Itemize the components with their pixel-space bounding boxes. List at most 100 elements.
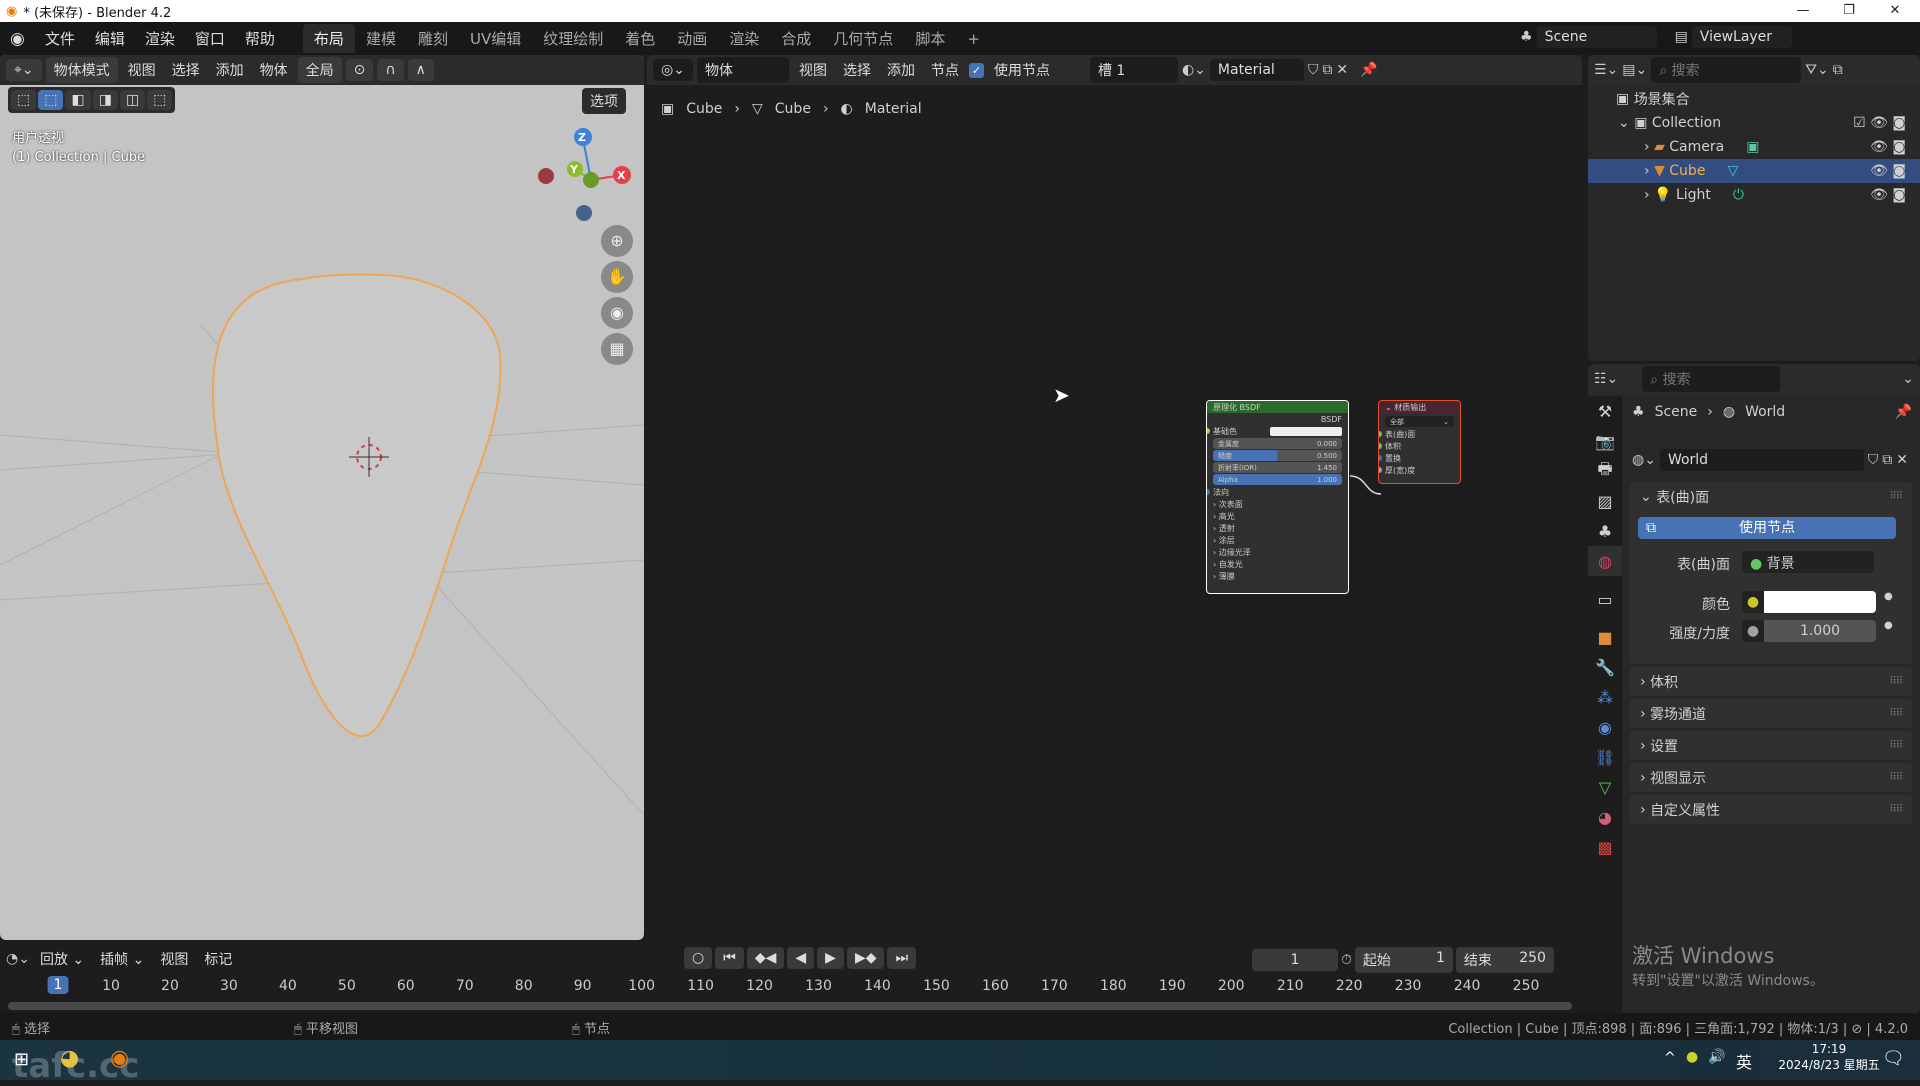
duplicate-world-icon[interactable]: ⧉ (1882, 452, 1892, 468)
new-collection-icon[interactable]: ⧉ (1833, 62, 1843, 78)
chrome-app-icon[interactable]: ◕ (60, 1046, 79, 1071)
data-tab-icon[interactable]: ▽ (1588, 772, 1622, 802)
node-header[interactable]: ⌄ 材质输出 (1379, 401, 1460, 413)
render-camera-icon[interactable]: ◙ (1892, 187, 1906, 203)
keyframe-dot-icon[interactable]: ● (1884, 620, 1893, 631)
use-nodes-button[interactable]: ⧉ 使用节点 (1638, 517, 1896, 539)
material-tab-icon[interactable]: ◕ (1588, 802, 1622, 832)
add-workspace-button[interactable]: + (956, 26, 991, 52)
color-socket-icon[interactable]: ● (1742, 591, 1764, 613)
render-tab-icon[interactable]: 📷 (1588, 426, 1622, 456)
menu-render[interactable]: 渲染 (135, 28, 185, 49)
mesh-data-icon[interactable]: ▽ (1727, 163, 1738, 179)
scene-collection-row[interactable]: ▣ 场景集合 (1588, 87, 1920, 111)
view-layer-icon[interactable]: ▤ (1675, 29, 1688, 45)
chevron-right-icon[interactable]: › (1644, 187, 1654, 203)
panel-volume[interactable]: › 体积 ⠿⠿ (1630, 667, 1912, 696)
constraints-tab-icon[interactable]: ⛓ (1588, 742, 1622, 772)
camera-data-icon[interactable]: ▣ (1746, 139, 1759, 155)
minimize-button[interactable]: — (1780, 0, 1826, 22)
collection-tab-icon[interactable]: ▭ (1588, 584, 1622, 614)
keyframe-dot-icon[interactable]: ● (1884, 591, 1893, 602)
node-menu-add[interactable]: 添加 (881, 60, 921, 80)
light-data-icon[interactable]: ⏻ (1733, 187, 1744, 203)
node-header[interactable]: 原理化 BSDF (1207, 401, 1348, 413)
render-camera-icon[interactable]: ◙ (1892, 139, 1906, 155)
auto-keying-icon[interactable]: ○ (684, 947, 713, 969)
keying-menu[interactable]: 插帧 ⌄ (94, 949, 150, 969)
principled-bsdf-node[interactable]: 原理化 BSDF BSDF 基础色 金属度 0.000 糙度 0.500 折射率(I… (1206, 400, 1349, 594)
roughness-field[interactable]: 糙度 0.500 (1213, 450, 1342, 461)
node-menu-view[interactable]: 视图 (793, 60, 833, 80)
menu-window[interactable]: 窗口 (185, 28, 235, 49)
section-subsurface[interactable]: › 次表面 (1207, 498, 1348, 510)
pin-icon[interactable]: 📌 (1360, 62, 1377, 78)
next-keyframe-icon[interactable]: ▶◆ (846, 947, 885, 969)
strength-field[interactable]: 1.000 (1764, 620, 1876, 642)
visibility-eye-icon[interactable]: 👁 (1870, 163, 1888, 179)
display-mode-icon[interactable]: ▤⌄ (1622, 62, 1647, 78)
fake-user-shield-icon[interactable]: ⛉ (1868, 452, 1879, 468)
base-color-row[interactable]: 基础色 (1207, 425, 1348, 437)
shader-node-editor[interactable]: ◎⌄ 物体 视图 选择 添加 节点 ✓ 使用节点 槽 1 ◐⌄ Material… (647, 55, 1582, 940)
ortho-grid-icon[interactable]: ▦ (601, 333, 633, 365)
modifier-tab-icon[interactable]: 🔧 (1588, 652, 1622, 682)
view-layer-tab-icon[interactable]: ▨ (1588, 486, 1622, 516)
material-output-node[interactable]: ⌄ 材质输出 全部 ⌄ 表(曲)面 体积 置换 厚(宽)度 (1378, 400, 1461, 484)
tray-expand-icon[interactable]: ^ (1664, 1050, 1676, 1066)
chevron-right-icon[interactable]: › (1644, 139, 1654, 155)
outliner-item-light[interactable]: › 💡 Light ⏻ 👁 ◙ (1588, 183, 1920, 207)
strength-socket-icon[interactable]: ● (1742, 620, 1764, 642)
exclude-checkbox[interactable]: ☑ (1853, 115, 1866, 131)
physics-tab-icon[interactable]: ◉ (1588, 712, 1622, 742)
chevron-down-icon[interactable]: ⌄ (1902, 371, 1914, 387)
material-sphere-icon[interactable]: ◐⌄ (1182, 62, 1206, 78)
prev-keyframe-icon[interactable]: ◆◀ (746, 947, 785, 969)
maximize-button[interactable]: ❐ (1826, 0, 1872, 22)
visibility-eye-icon[interactable]: 👁 (1870, 187, 1888, 203)
chevron-right-icon[interactable]: › (1644, 163, 1654, 179)
workspace-tab-animation[interactable]: 动画 (666, 24, 718, 53)
workspace-tab-rendering[interactable]: 渲染 (718, 24, 770, 53)
unlink-world-icon[interactable]: ✕ (1896, 452, 1908, 468)
timeline[interactable]: ◔⌄ 回放 ⌄ 插帧 ⌄ 视图 标记 ○ ⏮ ◆◀ ◀ ▶ ▶◆ ⏭ 1 ⏱ 起… (0, 943, 1582, 1013)
editor-type-icon[interactable]: ☷⌄ (1594, 371, 1618, 387)
section-specular[interactable]: › 高光 (1207, 510, 1348, 522)
metallic-field[interactable]: 金属度 0.000 (1213, 438, 1342, 449)
duplicate-material-icon[interactable]: ⧉ (1322, 62, 1332, 78)
visibility-eye-icon[interactable]: 👁 (1870, 115, 1888, 131)
ior-field[interactable]: 折射率(IOR) 1.450 (1213, 462, 1342, 473)
base-color-swatch[interactable] (1270, 426, 1342, 436)
workspace-tab-compositing[interactable]: 合成 (770, 24, 822, 53)
pin-icon[interactable]: 📌 (1895, 404, 1912, 420)
panel-mist-pass[interactable]: › 雾场通道 ⠿⠿ (1630, 699, 1912, 728)
volume-icon[interactable]: 🔊 (1708, 1049, 1725, 1065)
target-dropdown[interactable]: 全部 ⌄ (1385, 416, 1454, 427)
view-layer-selector[interactable]: ViewLayer (1691, 26, 1792, 48)
object-tab-icon[interactable]: ■ (1588, 622, 1622, 652)
visibility-eye-icon[interactable]: 👁 (1870, 139, 1888, 155)
workspace-tab-geometry-nodes[interactable]: 几何节点 (822, 24, 904, 53)
section-thin-film[interactable]: › 薄膜 (1207, 570, 1348, 582)
menu-help[interactable]: 帮助 (235, 28, 285, 49)
section-transmission[interactable]: › 透射 (1207, 522, 1348, 534)
blender-app-icon[interactable]: ◉ (110, 1046, 129, 1071)
scene-tab-icon[interactable]: ♣ (1588, 516, 1622, 546)
outliner-item-camera[interactable]: › ▰ Camera ▣ 👁 ◙ (1588, 135, 1920, 159)
section-emission[interactable]: › 自发光 (1207, 558, 1348, 570)
end-frame-field[interactable]: 结束 250 (1455, 947, 1554, 973)
workspace-tab-layout[interactable]: 布局 (302, 24, 355, 53)
current-frame-marker[interactable]: 1 (47, 976, 69, 994)
start-frame-field[interactable]: 起始 1 (1354, 947, 1453, 973)
tray-app-icon[interactable]: ● (1686, 1049, 1698, 1065)
editor-type-icon[interactable]: ◔⌄ (6, 951, 30, 967)
render-camera-icon[interactable]: ◙ (1892, 115, 1906, 131)
outliner-search-input[interactable]: ⌕ 搜索 (1651, 57, 1802, 83)
workspace-tab-shading[interactable]: 着色 (614, 24, 666, 53)
play-icon[interactable]: ▶ (817, 947, 844, 969)
panel-custom-properties[interactable]: › 自定义属性 ⠿⠿ (1630, 795, 1912, 824)
editor-type-icon[interactable]: ☰⌄ (1594, 62, 1618, 78)
timeline-scrollbar[interactable] (8, 1002, 1572, 1010)
slot-selector[interactable]: 槽 1 (1089, 57, 1178, 83)
collection-row[interactable]: ⌄ ▣ Collection ☑ 👁 ◙ (1588, 111, 1920, 135)
